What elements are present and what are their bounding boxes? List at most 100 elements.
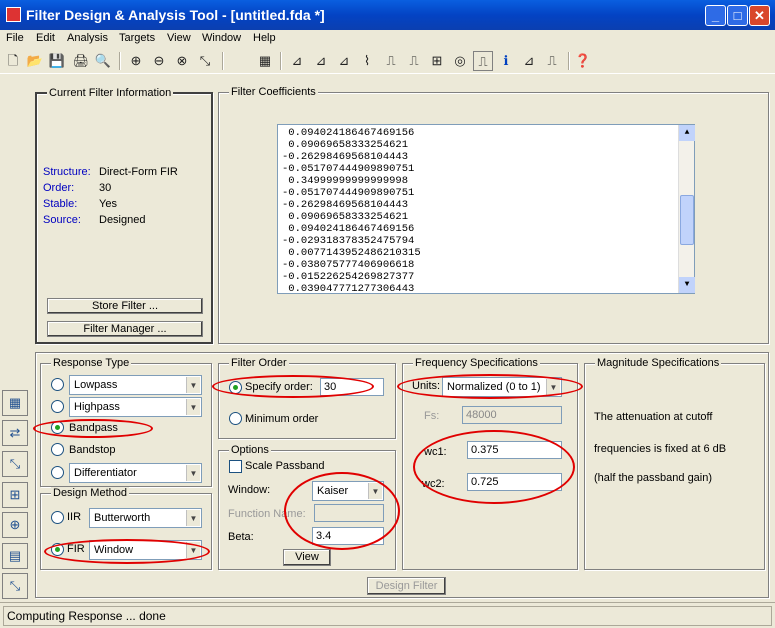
highpass-select[interactable]: Highpass ▼ bbox=[69, 397, 202, 417]
magnitude-spec-panel: Magnitude Specifications The attenuation… bbox=[584, 357, 765, 570]
status-bar: Computing Response ... done bbox=[0, 602, 775, 628]
coefficients-list[interactable]: 0.094024186467469156 0.09069658333254621… bbox=[277, 124, 695, 295]
chevron-down-icon: ▼ bbox=[186, 465, 200, 481]
beta-label: Beta: bbox=[228, 531, 254, 543]
pole-zero-icon[interactable]: ◎ bbox=[450, 51, 470, 71]
highpass-radio[interactable] bbox=[51, 400, 64, 413]
fs-label: Fs: bbox=[424, 410, 440, 422]
magnitude-note-3: (half the passband gain) bbox=[594, 472, 713, 484]
app-icon bbox=[6, 7, 21, 22]
import-filter-icon[interactable]: ⤡ bbox=[2, 451, 28, 477]
magnitude-phase-icon[interactable]: ⊿ bbox=[334, 51, 354, 71]
zoom-y-icon[interactable]: ⊗ bbox=[172, 51, 192, 71]
step-response-icon[interactable]: ⊞ bbox=[427, 51, 447, 71]
menu-edit[interactable]: Edit bbox=[36, 32, 55, 44]
structure-value: Direct-Form FIR bbox=[99, 166, 178, 178]
save-icon[interactable]: 💾 bbox=[47, 51, 67, 71]
full-view-icon[interactable]: ⤡ bbox=[195, 51, 215, 71]
scroll-thumb[interactable] bbox=[680, 195, 694, 245]
phase-delay-icon[interactable]: ⎍ bbox=[381, 51, 401, 71]
quantize-icon[interactable]: ▤ bbox=[2, 543, 28, 569]
impulse-response-icon[interactable]: ⎍ bbox=[404, 51, 424, 71]
differentiator-radio[interactable] bbox=[51, 466, 64, 479]
design-filter-button[interactable]: Design Filter bbox=[367, 577, 446, 595]
view-button[interactable]: View bbox=[283, 549, 331, 566]
magnitude-note-1: The attenuation at cutoff bbox=[594, 411, 713, 423]
coefficient-row: 0.039047771277306443 bbox=[282, 283, 415, 295]
highlight-units bbox=[397, 374, 583, 399]
pole-zero-editor-icon[interactable]: ⊕ bbox=[2, 512, 28, 538]
zoom-in-icon[interactable]: ⊕ bbox=[126, 51, 146, 71]
lowpass-radio[interactable] bbox=[51, 378, 64, 391]
lowpass-select[interactable]: Lowpass ▼ bbox=[69, 375, 202, 395]
differentiator-select[interactable]: Differentiator ▼ bbox=[69, 463, 202, 483]
coefficient-row: -0.051707444909890751 bbox=[282, 163, 415, 175]
magnitude-note-2: frequencies is fixed at 6 dB bbox=[594, 443, 727, 455]
highlight-cutoffs bbox=[413, 430, 575, 504]
menu-window[interactable]: Window bbox=[202, 32, 241, 44]
coefficient-row: -0.015226254269827377 bbox=[282, 271, 415, 283]
scrollbar[interactable]: ▲ ▼ bbox=[678, 125, 695, 293]
convert-structure-icon[interactable]: ⇄ bbox=[2, 420, 28, 446]
new-icon[interactable]: 🗋 bbox=[3, 51, 23, 71]
group-delay-icon[interactable]: ⌇ bbox=[357, 51, 377, 71]
lowpass-label: Lowpass bbox=[74, 379, 118, 391]
design-filter-icon[interactable]: ⤡ bbox=[2, 573, 28, 599]
legend-icon[interactable]: ▦ bbox=[255, 51, 275, 71]
store-filter-button[interactable]: Store Filter ... bbox=[47, 298, 203, 314]
close-button[interactable]: ✕ bbox=[749, 5, 770, 26]
scale-passband-checkbox[interactable] bbox=[229, 460, 242, 473]
coefficient-row: 0.0077143952486210315 bbox=[282, 247, 421, 259]
maximize-button[interactable]: □ bbox=[727, 5, 748, 26]
multirate-icon[interactable]: ⊞ bbox=[2, 482, 28, 508]
print-preview-icon[interactable]: 🔍 bbox=[93, 51, 113, 71]
info-icon[interactable]: ℹ bbox=[496, 51, 516, 71]
phase-response-icon[interactable]: ⊿ bbox=[311, 51, 331, 71]
magnitude-estimate-icon[interactable]: ⊿ bbox=[519, 51, 539, 71]
transform-filter-icon[interactable]: ▦ bbox=[2, 390, 28, 416]
scroll-up-icon[interactable]: ▲ bbox=[679, 125, 695, 141]
magnitude-response-icon[interactable]: ⊿ bbox=[287, 51, 307, 71]
highlight-specify-order bbox=[212, 375, 374, 398]
iir-value: Butterworth bbox=[94, 512, 151, 524]
stable-value: Yes bbox=[99, 198, 117, 210]
minimum-order-radio[interactable] bbox=[229, 412, 242, 425]
iir-select[interactable]: Butterworth ▼ bbox=[89, 508, 202, 528]
bandstop-label[interactable]: Bandstop bbox=[69, 444, 115, 456]
filter-coefficients-title: Filter Coefficients bbox=[229, 86, 318, 98]
print-icon[interactable]: 🖨 bbox=[71, 51, 91, 71]
whats-this-icon[interactable]: ❓ bbox=[573, 51, 593, 71]
coefficients-icon[interactable]: ⎍ bbox=[473, 51, 493, 71]
menu-bar: File Edit Analysis Targets View Window H… bbox=[0, 30, 775, 48]
menu-targets[interactable]: Targets bbox=[119, 32, 155, 44]
highlight-window-beta bbox=[284, 472, 400, 550]
chevron-down-icon: ▼ bbox=[186, 510, 200, 526]
filter-manager-button[interactable]: Filter Manager ... bbox=[47, 321, 203, 337]
menu-file[interactable]: File bbox=[6, 32, 24, 44]
scroll-down-icon[interactable]: ▼ bbox=[679, 277, 695, 293]
source-value: Designed bbox=[99, 214, 146, 226]
highlight-fir bbox=[44, 539, 210, 564]
iir-radio[interactable] bbox=[51, 511, 64, 524]
menu-analysis[interactable]: Analysis bbox=[67, 32, 108, 44]
order-value: 30 bbox=[99, 182, 112, 194]
frequency-spec-title: Frequency Specifications bbox=[413, 357, 540, 369]
highpass-label: Highpass bbox=[74, 401, 120, 413]
coefficient-row: -0.029318378352475794 bbox=[282, 235, 415, 247]
stable-label: Stable: bbox=[43, 198, 78, 210]
menu-view[interactable]: View bbox=[167, 32, 191, 44]
chevron-down-icon: ▼ bbox=[186, 377, 200, 393]
toolbar: 🗋 📂 💾 🖨 🔍 ⊕ ⊖ ⊗ ⤡ ▦ ⊿ ⊿ ⊿ ⌇ ⎍ ⎍ ⊞ ◎ ⎍ ℹ … bbox=[0, 48, 775, 74]
zoom-x-icon[interactable]: ⊖ bbox=[149, 51, 169, 71]
order-label: Order: bbox=[43, 182, 75, 194]
coefficient-row: 0.09069658333254621 bbox=[282, 139, 409, 151]
menu-help[interactable]: Help bbox=[253, 32, 276, 44]
minimum-order-label: Minimum order bbox=[245, 413, 319, 425]
round-off-icon[interactable]: ⎍ bbox=[542, 51, 562, 71]
fs-input: 48000 bbox=[462, 406, 562, 424]
title-bar: Filter Design & Analysis Tool - [untitle… bbox=[0, 0, 775, 30]
bandstop-radio[interactable] bbox=[51, 443, 64, 456]
open-icon[interactable]: 📂 bbox=[25, 51, 45, 71]
window-title: Filter Design & Analysis Tool - [untitle… bbox=[26, 7, 325, 23]
minimize-button[interactable]: _ bbox=[705, 5, 726, 26]
